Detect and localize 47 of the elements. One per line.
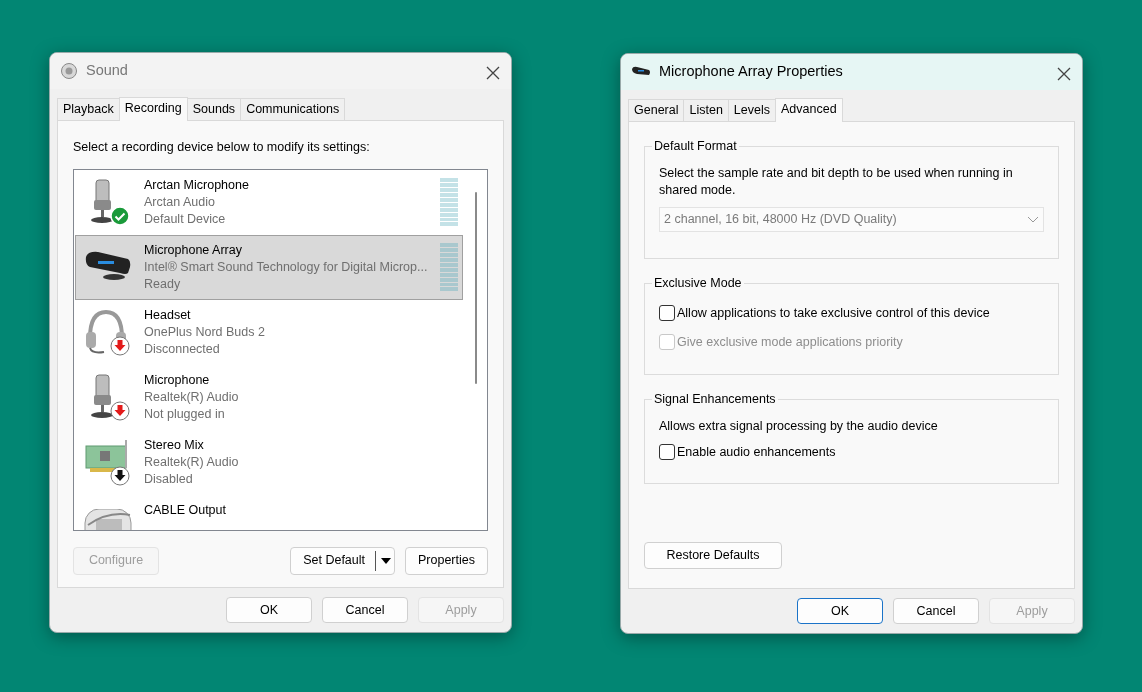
window-title: Microphone Array Properties — [659, 62, 843, 82]
tab[interactable]: Advanced — [775, 98, 843, 122]
cancel-button[interactable]: Cancel — [893, 598, 979, 624]
instruction-text: Select a recording device below to modify its settings: — [73, 139, 371, 156]
scrollbar-thumb[interactable] — [475, 191, 477, 384]
tab[interactable]: General — [628, 99, 685, 121]
device-status: Disconnected — [144, 340, 221, 358]
description-text: Select the sample rate and bit depth to be used when running in shared mode. — [659, 165, 1014, 199]
checkbox[interactable] — [659, 305, 675, 322]
restore-defaults-button[interactable]: Restore Defaults — [644, 542, 782, 569]
window-title: Sound — [86, 61, 128, 81]
properties-button[interactable]: Properties — [405, 546, 488, 575]
tab[interactable]: Playback — [57, 98, 120, 120]
checkbox-label: Give exclusive mode applications priority — [677, 333, 903, 351]
ok-button[interactable]: OK — [797, 598, 883, 624]
speaker-icon — [60, 62, 78, 80]
device-manufacturer: Realtek(R) Audio — [144, 388, 240, 406]
device-name: CABLE Output — [144, 501, 227, 519]
check-badge-icon — [110, 206, 130, 227]
device-name: Microphone — [144, 371, 211, 389]
device-row[interactable]: Microphone Array Intel® Smart Sound Technology for Digital Microp... Ready — [75, 234, 463, 300]
tab[interactable]: Communications — [240, 98, 346, 120]
checkbox-label: Enable audio enhancements — [677, 443, 836, 461]
cancel-button[interactable]: Cancel — [322, 597, 408, 623]
checkbox[interactable] — [659, 443, 675, 460]
device-row[interactable]: Headset OnePlus Nord Buds 2 Disconnected — [75, 299, 463, 365]
set-default-split-button[interactable]: Set Default — [290, 546, 395, 575]
device-name: Microphone Array — [144, 241, 243, 259]
device-status: Disabled — [144, 470, 194, 488]
device-manufacturer: Intel® Smart Sound Technology for Digital Microp... — [144, 258, 429, 276]
device-manufacturer: OnePlus Nord Buds 2 — [144, 323, 266, 341]
device-manufacturer: Realtek(R) Audio — [144, 453, 240, 471]
device-name: Arctan Microphone — [144, 176, 250, 194]
device-name: Stereo Mix — [144, 436, 205, 454]
device-status: Not plugged in — [144, 405, 226, 423]
description-text: Allows extra signal processing by the audio device — [659, 417, 939, 435]
device-status: Default Device — [144, 210, 227, 228]
device-name: Headset — [144, 306, 192, 324]
ok-button[interactable]: OK — [226, 597, 312, 623]
device-manufacturer: Arctan Audio — [144, 193, 216, 211]
checkbox-label: Allow applications to take exclusive control of this device — [677, 305, 990, 322]
tab[interactable]: Recording — [118, 97, 188, 121]
device-row[interactable]: Microphone Realtek(R) Audio Not plugged in — [75, 364, 463, 430]
device-status: Ready — [144, 275, 182, 293]
chevron-icon — [1027, 215, 1039, 224]
device-row[interactable]: Stereo Mix Realtek(R) Audio Disabled — [75, 429, 463, 495]
device-row[interactable]: Arctan Microphone Arctan Audio Default Device — [75, 169, 463, 235]
